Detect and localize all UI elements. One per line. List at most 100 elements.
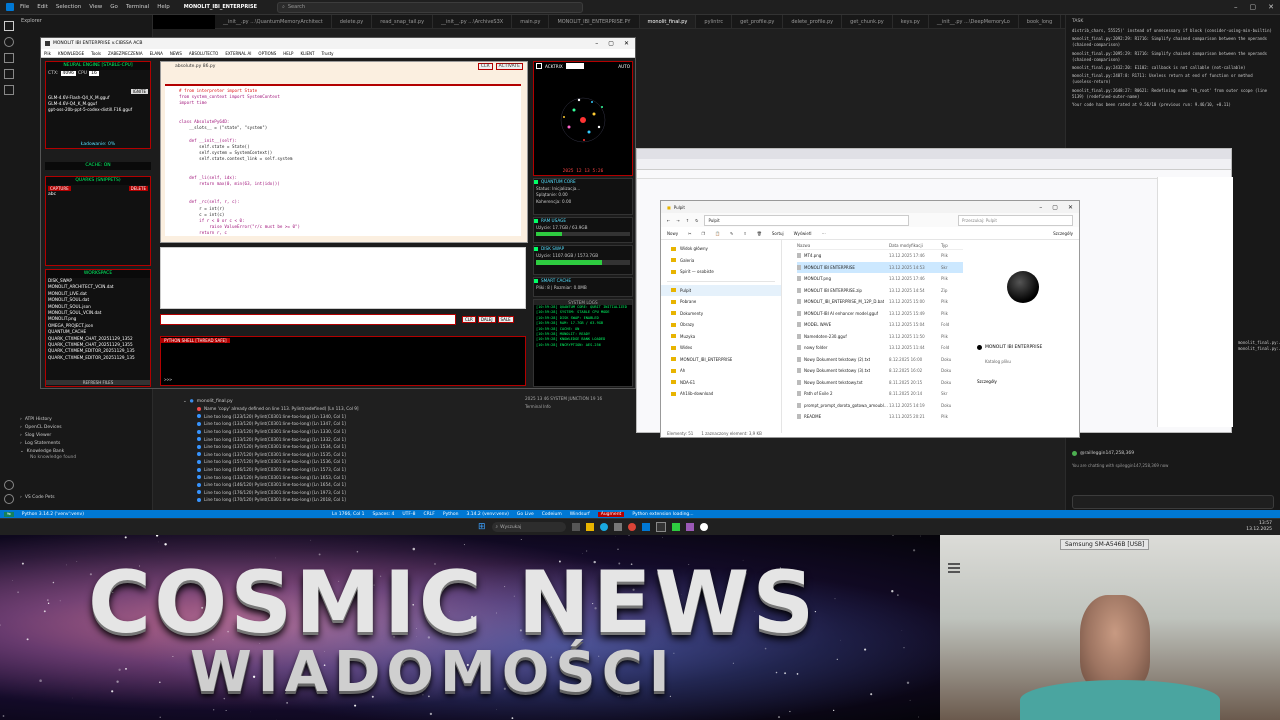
problem-item[interactable]: Line too long (176/120) Pylint(C0301:lin… <box>183 489 683 497</box>
editor-activate-button[interactable]: ACTIVATE <box>495 63 523 70</box>
details-button[interactable]: Szczegóły <box>1053 231 1073 236</box>
command-center-search[interactable]: ⌕ Search <box>277 1 584 13</box>
sidebar-item-opencl[interactable]: › OpenCL Devices <box>16 423 153 431</box>
acktrix-checkbox[interactable] <box>536 63 542 69</box>
python-version[interactable]: 3.14.2 (venv:venv) <box>466 512 508 517</box>
tab-keys[interactable]: keys.py <box>893 15 929 28</box>
column-date[interactable]: Data modyfikacji <box>889 243 941 248</box>
sidebar-item-vscode-pets[interactable]: › VS Code Pets <box>16 493 153 501</box>
menu-news[interactable]: NEWS <box>170 51 182 56</box>
auto-toggle[interactable]: AUTO <box>618 64 630 69</box>
chrome-icon[interactable] <box>627 523 636 531</box>
file-row[interactable]: nowy folder 13.12.2025 11:44 Fold <box>797 342 963 354</box>
cursor-position[interactable]: Ln 1766, Col 1 <box>332 512 365 517</box>
tab-get-profile[interactable]: get_profile.py <box>732 15 784 28</box>
column-name[interactable]: Nazwa <box>797 243 889 248</box>
tab-main[interactable]: main.py <box>512 15 550 28</box>
problem-item[interactable]: Line too long (137/120) Pylint(C0301:lin… <box>183 451 683 459</box>
line-endings[interactable]: CRLF <box>424 512 435 517</box>
run-debug-icon[interactable] <box>4 69 14 79</box>
menu-go[interactable]: Go <box>110 4 118 10</box>
view-button[interactable]: Wyświetl <box>794 231 812 236</box>
nav-item[interactable]: Galeria <box>661 255 781 267</box>
start-icon[interactable]: ⊞ <box>478 522 486 532</box>
file-row[interactable]: prompt_prompt_dorota_gotowa_amoubla.txt 1… <box>797 400 963 412</box>
menu-elana[interactable]: ELANA <box>150 51 163 56</box>
share-icon[interactable]: ⇪ <box>743 231 746 236</box>
workspace-file[interactable]: QUARK_CTXMEM_EDITOR_20251129_135 <box>48 355 150 361</box>
tab-delete[interactable]: delete.py <box>332 15 373 28</box>
tab-pylintrc[interactable]: pylintrc <box>696 15 733 28</box>
model-item[interactable]: gpt-oss-20b-ppt-5-codex-distill.F16.gguf <box>48 107 136 113</box>
menu-terminal[interactable]: Terminal <box>126 4 149 10</box>
tab-init-quantum[interactable]: __init__.py ...\QuantumMemoryArchitect <box>215 15 332 28</box>
remote-icon[interactable]: ⇋ <box>4 511 14 517</box>
menu-help[interactable]: HELP <box>283 51 293 56</box>
delete-icon[interactable]: 🗑 <box>757 231 762 236</box>
file-row[interactable]: README 13.11.2025 20:21 Plik <box>797 411 963 423</box>
chat-input[interactable] <box>1072 495 1274 509</box>
send-hall-button[interactable]: SALE <box>497 315 514 323</box>
column-type[interactable]: Typ <box>941 243 961 248</box>
close-icon[interactable]: ✕ <box>624 40 629 47</box>
app-icon[interactable] <box>685 523 694 531</box>
source-control-icon[interactable] <box>4 53 14 63</box>
menu-view[interactable]: View <box>89 4 102 10</box>
menu-file[interactable]: File <box>20 4 29 10</box>
terminal-icon[interactable] <box>655 522 666 532</box>
capture-button[interactable]: CAPTURE <box>48 186 71 191</box>
file-row[interactable]: MONOLIT_IBI_ENTERPRISE_M_12P_D.bat 13.12.… <box>797 296 963 308</box>
explorer-icon[interactable] <box>4 21 14 31</box>
indentation[interactable]: Spaces: 4 <box>373 512 395 517</box>
encoding[interactable]: UTF-8 <box>402 512 415 517</box>
sidebar-item-knowledge-bank[interactable]: ⌄ Knowledge Bank <box>16 447 153 455</box>
back-arrow-icon[interactable]: ← <box>667 218 670 223</box>
quark-item[interactable]: abc <box>46 192 150 197</box>
file-row[interactable]: MONOLIT IBI ENTERPRISE 13.12.2025 14:53 Sk… <box>797 261 963 273</box>
nav-item[interactable]: Pulpit <box>661 284 781 296</box>
nav-item[interactable]: Ah <box>661 365 781 377</box>
problem-item[interactable]: Line too long (133/120) Pylint(C0301:lin… <box>183 428 683 436</box>
menu-selection[interactable]: Selection <box>56 4 81 10</box>
more-icon[interactable]: ⋯ <box>822 231 826 236</box>
nav-item[interactable]: Muzyka <box>661 331 781 343</box>
problem-item[interactable]: Line too long (137/120) Pylint(C0301:lin… <box>183 443 683 451</box>
nav-item[interactable]: NDA-E1 <box>661 377 781 389</box>
augment[interactable]: Augment <box>597 511 625 517</box>
taskbar-date[interactable]: 13.12.2025 <box>1246 527 1272 533</box>
nav-item[interactable]: Obrazy <box>661 319 781 331</box>
sidebar-item-atpi-history[interactable]: › ATPI History <box>16 415 153 423</box>
problem-item[interactable]: Line too long (133/120) Pylint(C0301:lin… <box>183 473 683 481</box>
send-clear-button[interactable]: CLR <box>462 315 476 323</box>
nav-item[interactable]: Spirit — osobiste <box>661 266 781 278</box>
menu-options[interactable]: OPTIONS <box>258 51 276 56</box>
delete-button[interactable]: DELETE <box>128 186 148 191</box>
language-mode[interactable]: Python <box>443 512 459 517</box>
tab-read-snap-tail[interactable]: read_snap_tail.py <box>372 15 434 28</box>
cut-icon[interactable]: ✂ <box>688 231 691 236</box>
store-icon[interactable] <box>613 523 622 531</box>
menu-external-ai[interactable]: EXTERNAL AI <box>225 51 251 56</box>
file-row[interactable]: Nowy Dokument tekstowy.txt 8.11.2025 20:1… <box>797 377 963 389</box>
minimize-icon[interactable]: – <box>1039 204 1042 211</box>
menu-edit[interactable]: Edit <box>37 4 48 10</box>
terminal-tab[interactable]: Terminal Info <box>525 404 551 409</box>
tab-monolit-enterprise[interactable]: MONOLIT_IBI_ENTERPRISE.PY <box>549 15 640 28</box>
problem-item[interactable]: Line too long (146/120) Pylint(C0301:lin… <box>183 481 683 489</box>
menu-knowledge[interactable]: KNOWLEDGE <box>58 51 84 56</box>
edge-icon[interactable] <box>599 523 608 531</box>
problem-item[interactable]: Line too long (157/120) Pylint(C0301:lin… <box>183 458 683 466</box>
tab-delete-profile[interactable]: delete_profile.py <box>783 15 843 28</box>
menu-help[interactable]: Help <box>157 4 170 10</box>
paste-icon[interactable]: 📋 <box>715 231 720 236</box>
refresh-files-button[interactable]: REFRESH FILES <box>46 380 150 385</box>
copy-icon[interactable]: ❐ <box>701 231 705 236</box>
extensions-icon[interactable] <box>4 85 14 95</box>
file-row[interactable]: Path of Exile 2 8.11.2025 20:14 Skr <box>797 388 963 400</box>
python-interpreter[interactable]: Python 3.14.2 ('venv':venv) <box>22 512 84 517</box>
tab-init-archive[interactable]: __init__.py ...\ArchiveS3X <box>433 15 513 28</box>
search-activity-icon[interactable] <box>4 37 14 47</box>
problem-item[interactable]: Line too long (146/120) Pylint(C0301:lin… <box>183 466 683 474</box>
file-explorer-icon[interactable] <box>585 523 594 531</box>
file-row[interactable]: Nowy Dokument tekstowy (2).txt 8.12.2025 … <box>797 354 963 366</box>
